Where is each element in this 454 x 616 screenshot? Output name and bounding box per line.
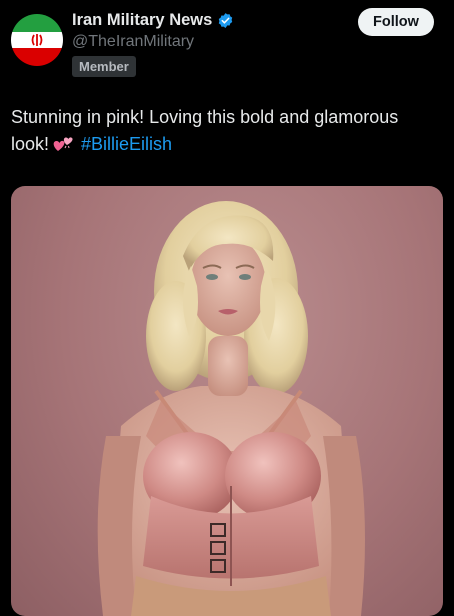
member-badge: Member bbox=[72, 56, 136, 77]
post-text-line1: Stunning in pink! Loving this bold and g… bbox=[11, 107, 399, 127]
post-text-line2: look! bbox=[11, 134, 50, 154]
verified-badge-icon bbox=[217, 12, 234, 29]
two-hearts-icon bbox=[53, 134, 75, 152]
author-name-row: Iran Military News bbox=[72, 11, 234, 30]
author-handle[interactable]: @TheIranMilitary bbox=[72, 33, 194, 51]
author-display-name[interactable]: Iran Military News bbox=[72, 11, 212, 30]
post-header: Iran Military News @TheIranMilitary Memb… bbox=[0, 0, 454, 90]
avatar[interactable] bbox=[11, 14, 63, 66]
post-text: Stunning in pink! Loving this bold and g… bbox=[11, 104, 443, 158]
portrait-photo bbox=[97, 201, 365, 616]
iran-flag-icon bbox=[11, 14, 63, 66]
post-photo[interactable] bbox=[11, 186, 443, 616]
hashtag-link[interactable]: #BillieEilish bbox=[81, 134, 172, 154]
follow-button[interactable]: Follow bbox=[358, 8, 434, 36]
